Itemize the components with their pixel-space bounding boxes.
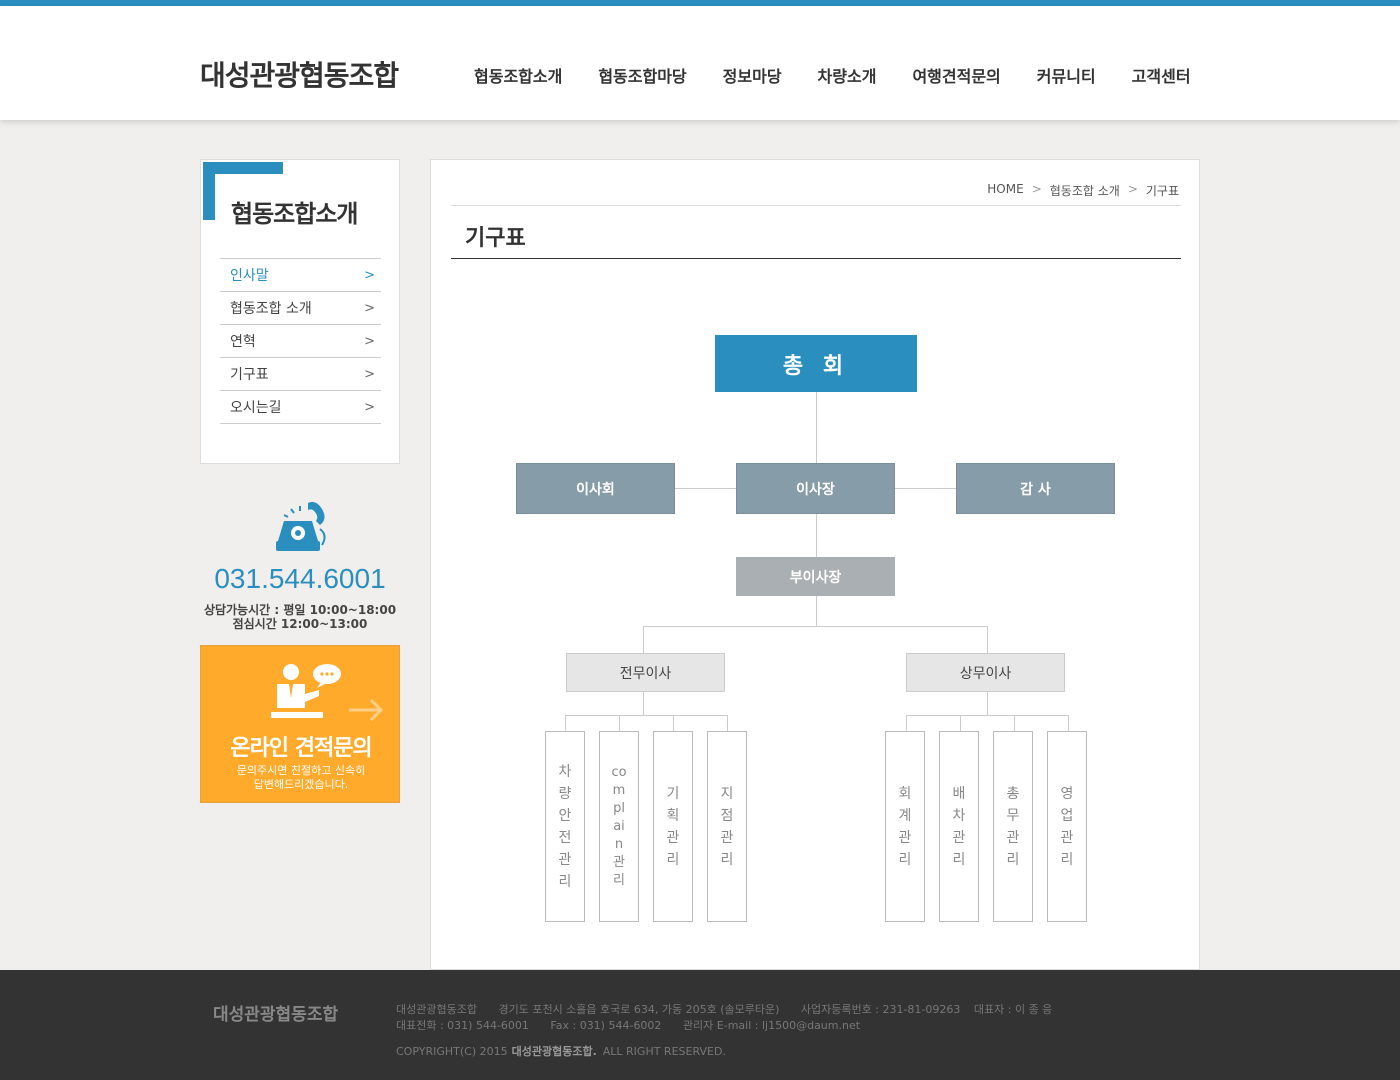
dept-label: 지점관리 — [720, 785, 734, 868]
arrow-right-icon — [349, 698, 384, 722]
nav-item-vehicles[interactable]: 차량소개 — [818, 63, 877, 87]
site-footer: 대성관광협동조합 대성관광협동조합 경기도 포천시 소흘읍 호국로 634, 가… — [0, 970, 1400, 1080]
site-logo[interactable]: 대성관광협동조합 — [200, 54, 399, 94]
dept-label: 총무관리 — [1006, 785, 1020, 868]
chevron-right-icon: > — [364, 333, 375, 349]
dept-label: 회계관리 — [898, 785, 912, 868]
online-quote-desc-line: 문의주시면 친절하고 신속히 — [236, 764, 366, 777]
dept-label: 영업관리 — [1060, 785, 1074, 868]
org-dept-dispatch: 배차관리 — [939, 731, 979, 922]
side-menu-accent-left — [203, 162, 215, 220]
footer-address: 경기도 포천시 소흘읍 호국로 634, 가동 205호 (솔모루타운) — [498, 1003, 780, 1016]
footer-fax: Fax : 031) 544-6002 — [550, 1019, 662, 1032]
main-content: HOME > 협동조합 소개 > 기구표 기구표 총 회 이사회 이사장 감 사… — [430, 159, 1200, 970]
connector-line — [643, 626, 988, 627]
footer-info-line2: 대표전화 : 031) 544-6001 Fax : 031) 544-6002… — [396, 1017, 878, 1033]
lunch-hours: 점심시간 12:00~13:00 — [232, 617, 368, 631]
copyright-name: 대성관광협동조합. — [511, 1045, 597, 1058]
telephone-icon — [276, 501, 326, 551]
side-menu-accent-top — [203, 162, 283, 174]
org-board: 이사회 — [516, 463, 675, 514]
footer-tel: 대표전화 : 031) 544-6001 — [396, 1019, 529, 1032]
chevron-right-icon: > — [364, 366, 375, 382]
side-menu-title: 협동조합소개 — [231, 200, 358, 228]
nav-item-coop-yard[interactable]: 협동조합마당 — [598, 63, 686, 87]
dept-label: 기획관리 — [666, 785, 680, 868]
connector-line — [643, 692, 644, 716]
footer-ceo: 대표자 : 이 종 응 — [973, 1003, 1053, 1016]
org-dept-complain: complain관리 — [599, 731, 639, 922]
call-center-phone: 031.544.6001 — [214, 563, 386, 594]
footer-copyright: COPYRIGHT(C) 2015 대성관광협동조합. ALL RIGHT RESE… — [396, 1043, 744, 1059]
nav-item-travel-quote[interactable]: 여행견적문의 — [912, 63, 1000, 87]
side-menu-list: 인사말 > 협동조합 소개 > 연혁 > 기구표 > 오시는길 > — [220, 258, 381, 424]
connector-line — [906, 715, 907, 731]
org-chart: 총 회 이사회 이사장 감 사 부이사장 전무이사 상무이사 차량안전관리 co… — [431, 160, 1201, 971]
chevron-right-icon: > — [364, 300, 375, 316]
footer-email[interactable]: 관리자 E-mail : lj1500@daum.net — [683, 1019, 860, 1032]
chevron-right-icon: > — [364, 399, 375, 415]
org-chairman: 이사장 — [736, 463, 895, 514]
side-menu-item-intro[interactable]: 협동조합 소개 > — [220, 292, 381, 325]
connector-line — [673, 715, 674, 731]
chevron-right-icon: > — [364, 267, 375, 283]
side-menu-item-greeting[interactable]: 인사말 > — [220, 259, 381, 292]
org-dept-vehicle-safety: 차량안전관리 — [545, 731, 585, 922]
connector-line — [987, 626, 988, 654]
connector-line — [816, 596, 817, 626]
footer-company: 대성관광협동조합 — [396, 1003, 477, 1016]
consultant-icon — [271, 664, 341, 718]
org-dept-sales: 영업관리 — [1047, 731, 1087, 922]
dept-label: 차량안전관리 — [558, 763, 572, 890]
copyright-suffix: ALL RIGHT RESERVED. — [602, 1045, 726, 1058]
nav-item-info[interactable]: 정보마당 — [723, 63, 782, 87]
site-header: 대성관광협동조합 협동조합소개 협동조합마당 정보마당 차량소개 여행견적문의 … — [0, 6, 1400, 120]
footer-logo: 대성관광협동조합 — [213, 1005, 339, 1025]
side-menu-item-label: 기구표 — [230, 367, 269, 383]
side-menu-item-label: 오시는길 — [230, 400, 282, 416]
connector-line — [1014, 715, 1015, 731]
footer-bizno: 사업자등록번호 : 231-81-09263 — [800, 1003, 961, 1016]
call-center-box: 031.544.6001 상담가능시간 : 평일 10:00~18:00 점심시… — [200, 495, 400, 635]
org-dept-planning: 기획관리 — [653, 731, 693, 922]
copyright-prefix: COPYRIGHT(C) 2015 — [396, 1045, 508, 1058]
org-general-assembly: 총 회 — [715, 335, 917, 392]
side-menu-item-directions[interactable]: 오시는길 > — [220, 391, 381, 424]
org-managing-director: 상무이사 — [906, 653, 1065, 692]
side-menu-item-history[interactable]: 연혁 > — [220, 325, 381, 358]
org-auditor: 감 사 — [956, 463, 1115, 514]
org-dept-branch: 지점관리 — [707, 731, 747, 922]
org-dept-accounting: 회계관리 — [885, 731, 925, 922]
side-menu-item-org-chart[interactable]: 기구표 > — [220, 358, 381, 391]
org-dept-general-affairs: 총무관리 — [993, 731, 1033, 922]
footer-info-line1: 대성관광협동조합 경기도 포천시 소흘읍 호국로 634, 가동 205호 (솔… — [396, 1001, 1070, 1017]
connector-line — [906, 715, 1069, 716]
online-quote-banner[interactable]: 온라인 견적문의 문의주시면 친절하고 신속히 답변해드리겠습니다. — [200, 645, 400, 803]
nav-item-about[interactable]: 협동조합소개 — [474, 63, 562, 87]
online-quote-desc: 문의주시면 친절하고 신속히 답변해드리겠습니다. — [201, 764, 401, 792]
dept-label: complain관리 — [611, 764, 627, 888]
side-menu: 협동조합소개 인사말 > 협동조합 소개 > 연혁 > 기구표 > 오시는길 > — [200, 159, 400, 464]
side-menu-item-label: 연혁 — [230, 334, 256, 350]
connector-line — [643, 626, 644, 654]
main-nav: 협동조합소개 협동조합마당 정보마당 차량소개 여행견적문의 커뮤니티 고객센터 — [474, 63, 1191, 87]
online-quote-title: 온라인 견적문의 — [230, 736, 372, 761]
connector-line — [1068, 715, 1069, 731]
org-executive-director: 전무이사 — [566, 653, 725, 692]
connector-line — [565, 715, 566, 731]
connector-line — [565, 715, 728, 716]
online-quote-desc-line: 답변해드리겠습니다. — [253, 778, 349, 791]
org-vice-chairman: 부이사장 — [736, 557, 895, 596]
connector-line — [987, 692, 988, 716]
side-menu-item-label: 협동조합 소개 — [230, 301, 312, 317]
connector-line — [619, 715, 620, 731]
nav-item-community[interactable]: 커뮤니티 — [1037, 63, 1096, 87]
dept-label: 배차관리 — [952, 785, 966, 868]
connector-line — [727, 715, 728, 731]
connector-line — [960, 715, 961, 731]
nav-item-customer-center[interactable]: 고객센터 — [1132, 63, 1191, 87]
side-menu-item-label: 인사말 — [230, 268, 269, 284]
